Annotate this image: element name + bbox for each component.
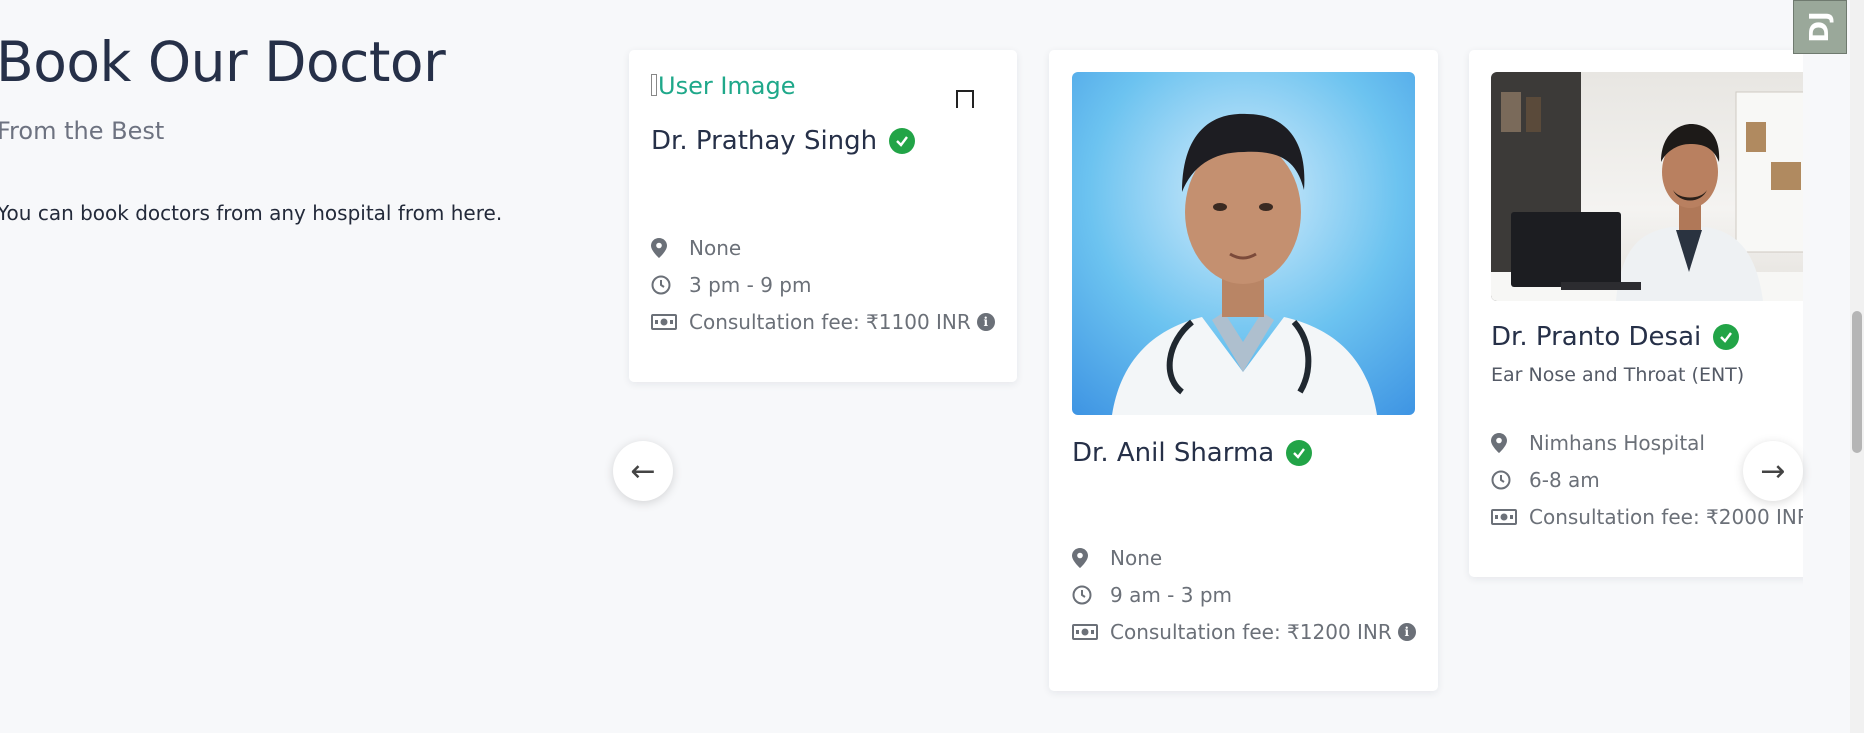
doctor-info: None 3 pm - 9 pm Consultation fee: ₹1100… — [651, 229, 995, 340]
verified-check-icon — [1286, 440, 1313, 466]
info-icon[interactable]: i — [1397, 622, 1416, 641]
location-pin-icon — [651, 237, 689, 258]
page-description: You can book doctors from any hospital f… — [0, 201, 503, 225]
doctor-card[interactable]: Dr. Pranto Desai Ear Nose and Throat (EN… — [1469, 50, 1803, 577]
hours-row: 9 am - 3 pm — [1072, 576, 1416, 613]
doctor-name: Dr. Pranto Desai — [1491, 322, 1740, 352]
clock-icon — [1072, 585, 1110, 605]
fee-row: Consultation fee: ₹1200 INR i — [1072, 613, 1416, 650]
money-icon — [1491, 508, 1529, 525]
location-row: None — [1072, 539, 1416, 576]
location-pin-icon — [1491, 432, 1529, 453]
doctor-specialty: Ear Nose and Throat (ENT) — [1491, 364, 1745, 386]
doctor-info: None 9 am - 3 pm Consultation fee: ₹1200… — [1072, 539, 1416, 650]
carousel-next-button[interactable]: → — [1743, 441, 1803, 501]
arrow-right-icon: → — [1760, 453, 1786, 489]
broken-image-icon — [651, 74, 657, 96]
doctor-carousel: User Image Dr. Prathay Singh None 3 pm -… — [613, 0, 1803, 733]
carousel-prev-button[interactable]: ← — [613, 441, 673, 501]
page-subtitle: From the Best — [0, 117, 165, 145]
verified-check-icon — [1713, 324, 1740, 350]
clock-icon — [651, 275, 689, 295]
clock-icon — [1491, 470, 1529, 490]
doctor-name: Dr. Anil Sharma — [1072, 438, 1313, 468]
location-row: None — [651, 229, 995, 266]
page-scrollbar[interactable] — [1850, 0, 1864, 733]
money-icon — [651, 313, 689, 330]
info-icon[interactable]: i — [976, 312, 995, 331]
arrow-left-icon: ← — [630, 453, 656, 489]
fee-row: Consultation fee: ₹1100 INR i — [651, 303, 995, 340]
doctor-photo — [1072, 72, 1415, 415]
page-title: Book Our Doctor — [0, 30, 446, 94]
verified-check-icon — [889, 128, 916, 154]
doctor-photo-broken: User Image — [651, 72, 796, 100]
doctor-name: Dr. Prathay Singh — [651, 126, 916, 156]
doctor-photo — [1491, 72, 1803, 301]
bookmark-icon[interactable] — [956, 90, 974, 108]
scrollbar-thumb[interactable] — [1852, 311, 1862, 453]
doctor-card[interactable]: Dr. Anil Sharma None 9 am - 3 pm Consult… — [1049, 50, 1438, 691]
fee-row: Consultation fee: ₹2000 INR — [1491, 498, 1803, 535]
doctor-card[interactable]: User Image Dr. Prathay Singh None 3 pm -… — [629, 50, 1017, 382]
corner-badge[interactable]: DJ — [1793, 0, 1847, 54]
money-icon — [1072, 623, 1110, 640]
location-pin-icon — [1072, 547, 1110, 568]
hours-row: 3 pm - 9 pm — [651, 266, 995, 303]
